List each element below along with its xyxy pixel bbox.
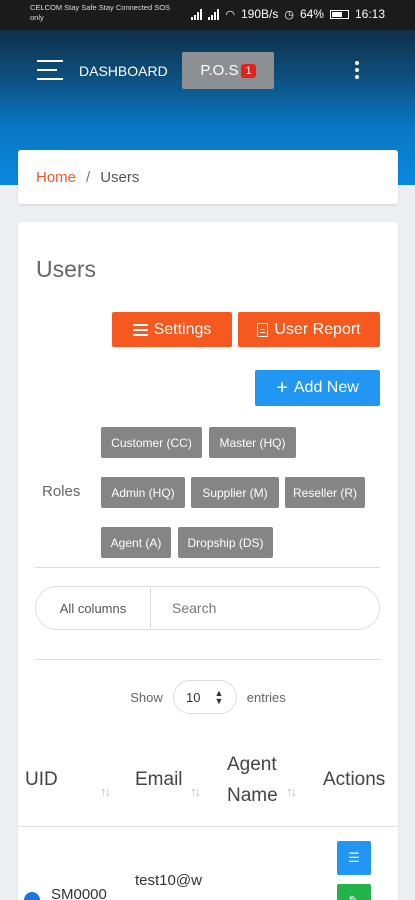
role-agent[interactable]: Agent (A) <box>101 527 171 558</box>
signal-icon-2 <box>208 8 220 20</box>
sort-icon-email[interactable]: ↑↓ <box>190 784 201 799</box>
role-supplier[interactable]: Supplier (M) <box>191 477 279 508</box>
status-icons: ◠ 190B/s ◷ 64% 16:13 <box>191 7 385 21</box>
entries-select[interactable]: 10 ▲ ▼ <box>172 680 237 714</box>
user-report-button[interactable]: User Report <box>238 312 380 347</box>
wifi-icon: ◠ <box>225 8 235 21</box>
add-new-button[interactable]: + Add New <box>255 370 380 406</box>
dashboard-link[interactable]: DASHBOARD <box>79 63 168 79</box>
breadcrumb-separator: / <box>86 168 91 186</box>
cell-uid: SM0000 <box>51 886 107 900</box>
settings-button[interactable]: Settings <box>112 312 232 347</box>
edit-action-button[interactable]: ✎ <box>337 884 371 900</box>
pos-label: P.O.S <box>200 62 239 79</box>
role-admin[interactable]: Admin (HQ) <box>101 477 185 508</box>
entries-value: 10 <box>186 689 201 705</box>
alarm-icon: ◷ <box>284 8 294 21</box>
sort-arrows-icon: ▲ ▼ <box>214 688 224 706</box>
search-bar: All columns <box>35 586 380 630</box>
table-header-border <box>18 826 398 827</box>
carrier-text: CELCOM Stay Safe Stay Connected SOS only <box>30 3 171 22</box>
document-icon <box>257 322 269 337</box>
network-speed: 190B/s <box>240 7 279 21</box>
column-header-uid[interactable]: UID <box>25 764 58 795</box>
sort-icon-uid[interactable]: ↑↓ <box>100 784 111 799</box>
role-reseller[interactable]: Reseller (R) <box>285 477 365 508</box>
menu-icon[interactable] <box>37 60 63 80</box>
role-master[interactable]: Master (HQ) <box>209 427 296 458</box>
roles-label: Roles <box>42 483 81 500</box>
page-title: Users <box>36 256 97 282</box>
plus-icon: + <box>276 377 288 399</box>
more-options-icon[interactable] <box>355 61 361 83</box>
list-icon: ☰ <box>348 850 360 865</box>
role-dropship[interactable]: Dropship (DS) <box>178 527 273 558</box>
edit-icon: ✎ <box>349 893 360 900</box>
column-select[interactable]: All columns <box>36 587 151 629</box>
breadcrumb: Home / Users <box>18 150 398 204</box>
battery-icon <box>329 9 349 19</box>
entries-control: Show 10 ▲ ▼ entries <box>18 680 398 714</box>
pos-badge: 1 <box>241 63 256 78</box>
cell-email: test10@w <box>135 872 202 889</box>
clock: 16:13 <box>354 7 385 21</box>
show-label: Show <box>130 689 163 705</box>
breadcrumb-home[interactable]: Home <box>36 169 76 186</box>
column-header-agent-name[interactable]: Agent Name <box>227 749 297 811</box>
users-card: Users Settings User Report + Add New Rol… <box>18 222 398 900</box>
entries-label: entries <box>246 689 286 705</box>
breadcrumb-current: Users <box>100 168 140 186</box>
search-input[interactable] <box>152 587 377 629</box>
status-bar: CELCOM Stay Safe Stay Connected SOS only… <box>0 0 415 30</box>
add-new-label: Add New <box>293 379 359 396</box>
list-icon <box>132 323 148 336</box>
role-customer[interactable]: Customer (CC) <box>101 427 202 458</box>
divider <box>35 567 380 568</box>
signal-icon <box>191 8 203 20</box>
sort-icon-agent[interactable]: ↑↓ <box>286 784 297 799</box>
divider-2 <box>35 659 380 660</box>
battery-percent: 64% <box>299 7 324 21</box>
user-report-label: User Report <box>274 320 361 338</box>
column-header-email[interactable]: Email <box>135 764 183 795</box>
column-header-actions: Actions <box>323 769 386 790</box>
row-select-radio[interactable] <box>24 892 40 900</box>
pos-button[interactable]: P.O.S 1 <box>182 52 274 89</box>
settings-label: Settings <box>153 320 212 338</box>
details-action-button[interactable]: ☰ <box>337 841 371 875</box>
